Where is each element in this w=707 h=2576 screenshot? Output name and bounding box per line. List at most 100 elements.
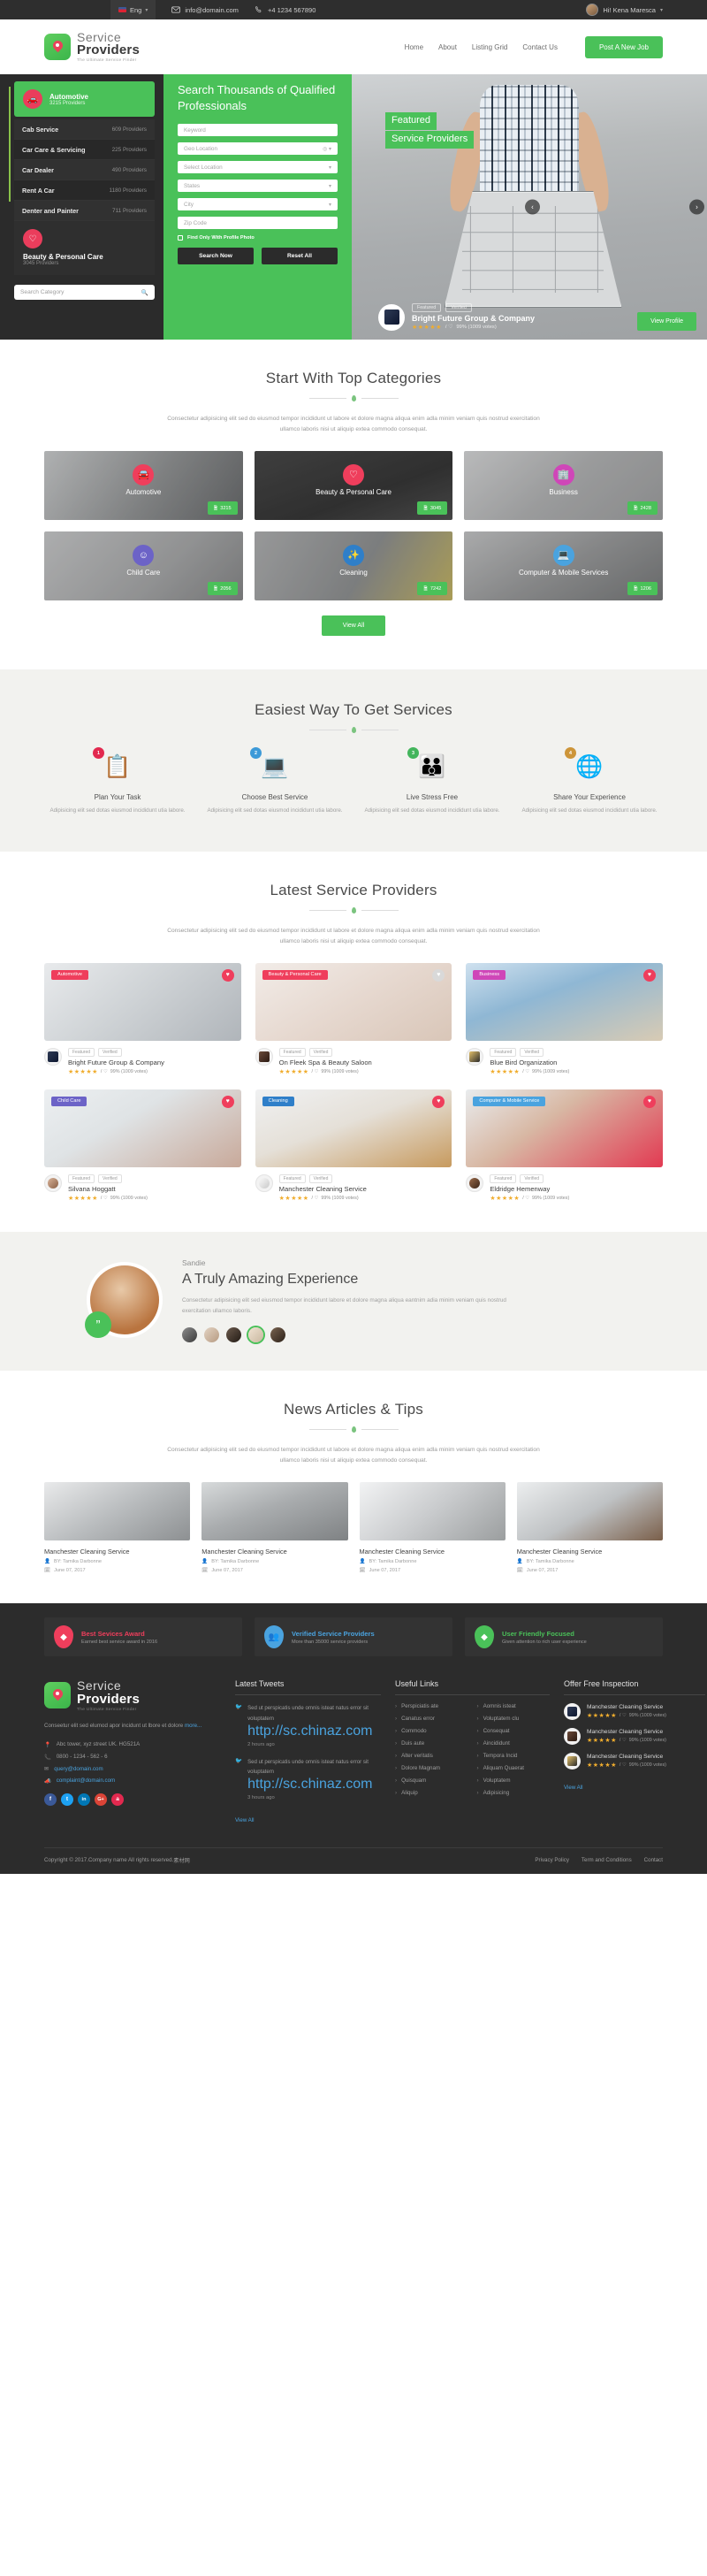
category-item[interactable]: Rent A Car 1180 Providers [14, 180, 155, 201]
topbar-phone[interactable]: +4 1234 567890 [255, 5, 315, 14]
provider-card[interactable]: Beauty & Personal Care ♥ Featured Verifie… [255, 962, 452, 1075]
facebook-icon[interactable]: f [44, 1792, 57, 1806]
tweet-text: Sed ut perspicatis unde omnis isteat nat… [247, 1705, 369, 1722]
select-location-dropdown[interactable]: Select Location ▾ [178, 161, 338, 174]
favorite-heart-icon[interactable]: ♥ [643, 968, 656, 982]
rss-icon[interactable]: a [111, 1792, 124, 1806]
footer-link[interactable]: Aliquam Quaerat [477, 1765, 551, 1771]
footer-link[interactable]: Aincididunt [477, 1740, 551, 1747]
tweet-link[interactable]: http://sc.chinaz.com [247, 1724, 381, 1739]
step-title: Live Stress Free [406, 793, 459, 802]
footer-link[interactable]: Duis aute [395, 1740, 468, 1747]
category-active-automotive[interactable]: 🚗 Automotive 3215 Providers [14, 81, 155, 117]
footer-logo[interactable]: Service Providers The Ultimate Service F… [44, 1679, 221, 1712]
terms-link[interactable]: Term and Conditions [582, 1857, 632, 1863]
footer-link[interactable]: Tempora Incid [477, 1753, 551, 1759]
offer-item[interactable]: Manchester Cleaning Service ★★★★★ / ♡ 99% … [564, 1703, 705, 1721]
category-card[interactable]: 💻 Computer & Mobile Services 🗎 1206 [464, 531, 663, 601]
privacy-policy-link[interactable]: Privacy Policy [535, 1857, 569, 1863]
slider-next-button[interactable]: › [689, 199, 704, 215]
provider-card[interactable]: Child Care ♥ Featured Verified Silvana Ho… [44, 1089, 241, 1202]
favorite-heart-icon[interactable]: ♥ [221, 1095, 234, 1108]
provider-card[interactable]: Business ♥ Featured Verified Blue Bird Or… [466, 962, 663, 1075]
news-card[interactable]: Manchester Cleaning Service 👤 BY: Tamika … [44, 1482, 191, 1573]
city-dropdown[interactable]: City ▾ [178, 198, 338, 211]
keyword-placeholder: Keyword [184, 126, 206, 134]
states-dropdown[interactable]: States ▾ [178, 180, 338, 193]
topbar-email[interactable]: info@domain.com [171, 5, 239, 14]
category-item[interactable]: Car Dealer 490 Providers [14, 160, 155, 180]
provider-card[interactable]: Computer & Mobile Service ♥ Featured Veri… [466, 1089, 663, 1202]
reset-all-button[interactable]: Reset All [262, 248, 338, 265]
news-card[interactable]: Manchester Cleaning Service 👤 BY: Tamika … [516, 1482, 663, 1573]
tweets-view-all-link[interactable]: View All [235, 1817, 255, 1823]
avatar[interactable] [182, 1326, 197, 1342]
linkedin-icon[interactable]: in [78, 1792, 90, 1806]
checkbox-icon[interactable] [178, 235, 183, 241]
search-now-button[interactable]: Search Now [178, 248, 254, 265]
tweet-link[interactable]: http://sc.chinaz.com [247, 1777, 381, 1792]
offers-view-all-link[interactable]: View All [564, 1785, 583, 1791]
section-divider [0, 727, 707, 734]
footer-link[interactable]: Alter veritatis [395, 1753, 468, 1759]
keyword-input[interactable]: Keyword [178, 124, 338, 137]
footer-link[interactable]: Aomnis isteat [477, 1703, 551, 1709]
footer-more-link[interactable]: more... [185, 1723, 201, 1729]
favorite-heart-icon[interactable]: ♥ [643, 1095, 656, 1108]
tweet-text: Sed ut perspicatis unde omnis isteat nat… [247, 1758, 369, 1776]
category-card[interactable]: ♡ Beauty & Personal Care 🗎 3045 [254, 451, 453, 521]
category-card[interactable]: 🏢 Business 🗎 2428 [464, 451, 663, 521]
offer-item[interactable]: Manchester Cleaning Service ★★★★★ / ♡ 99% … [564, 1728, 705, 1746]
nav-item-contact-us[interactable]: Contact Us [522, 43, 558, 51]
news-card[interactable]: Manchester Cleaning Service 👤 BY: Tamika … [359, 1482, 506, 1573]
zip-code-input[interactable]: Zip Code [178, 217, 338, 230]
avatar[interactable] [226, 1326, 241, 1342]
category-search-input[interactable]: Search Category 🔍 [14, 285, 155, 300]
user-menu[interactable]: Hi! Kena Maresca ▾ [586, 4, 663, 16]
nav-item-listing-grid[interactable]: Listing Grid [472, 43, 507, 51]
avatar[interactable] [204, 1326, 219, 1342]
footer-link[interactable]: Quisquam [395, 1777, 468, 1784]
footer-link[interactable]: Adipisicing [477, 1790, 551, 1796]
language-selector[interactable]: Eng ▾ [110, 0, 156, 19]
profile-photo-checkbox-row[interactable]: Find Only With Profile Photo [178, 235, 338, 241]
slider-prev-button[interactable]: ‹ [525, 199, 540, 215]
category-item[interactable]: Cab Service 609 Providers [14, 119, 155, 140]
step-item: 1 📋 Plan Your Task Adipisicing elit sed … [44, 745, 191, 815]
footer-link[interactable]: Voluptatem clu [477, 1716, 551, 1722]
category-card-count: 🗎 2428 [627, 501, 658, 516]
footer-link[interactable]: Dolore Magnam [395, 1765, 468, 1771]
view-profile-button[interactable]: View Profile [637, 312, 696, 331]
footer-link[interactable]: Canatus error [395, 1716, 468, 1722]
offer-item[interactable]: Manchester Cleaning Service ★★★★★ / ♡ 99% … [564, 1753, 705, 1770]
avatar[interactable] [270, 1326, 285, 1342]
view-all-categories-button[interactable]: View All [321, 615, 386, 637]
category-card[interactable]: 🚘 Automotive 🗎 3215 [44, 451, 243, 521]
site-logo[interactable]: Service Providers The Ultimate Service F… [44, 31, 140, 63]
footer-link[interactable]: Voluptatem [477, 1777, 551, 1784]
twitter-icon[interactable]: t [61, 1792, 73, 1806]
provider-card[interactable]: Cleaning ♥ Featured Verified Manchester C… [255, 1089, 452, 1202]
news-card[interactable]: Manchester Cleaning Service 👤 BY: Tamika … [201, 1482, 348, 1573]
post-new-job-button[interactable]: Post A New Job [584, 35, 663, 58]
category-card[interactable]: ☺ Child Care 🗎 2056 [44, 531, 243, 601]
footer-link[interactable]: Perspiciatis ate [395, 1703, 468, 1709]
nav-item-about[interactable]: About [438, 43, 457, 51]
avatar-active[interactable] [248, 1326, 263, 1342]
category-item[interactable]: Denter and Painter 711 Providers [14, 201, 155, 221]
provider-card[interactable]: Automotive ♥ Featured Verified Bright Fut… [44, 962, 241, 1075]
section-divider [0, 906, 707, 913]
category-item[interactable]: Car Care & Servicing 225 Providers [14, 140, 155, 160]
copyright-link[interactable]: 素材网 [173, 1856, 190, 1864]
tweet-time: 3 hours ago [247, 1795, 275, 1801]
geo-location-input[interactable]: Geo Location ◎ ▾ [178, 142, 338, 156]
contact-link[interactable]: Contact [644, 1857, 663, 1863]
google-plus-icon[interactable]: G+ [95, 1792, 107, 1806]
category-next-beauty[interactable]: ♡ Beauty & Personal Care 3045 Providers [14, 221, 155, 275]
category-card[interactable]: ✨ Cleaning 🗎 7242 [254, 531, 453, 601]
footer-link[interactable]: Consequat [477, 1728, 551, 1734]
footer-link[interactable]: Aliquip [395, 1790, 468, 1796]
nav-item-home[interactable]: Home [405, 43, 423, 51]
favorite-heart-icon[interactable]: ♥ [221, 968, 234, 982]
footer-link[interactable]: Commodo [395, 1728, 468, 1734]
